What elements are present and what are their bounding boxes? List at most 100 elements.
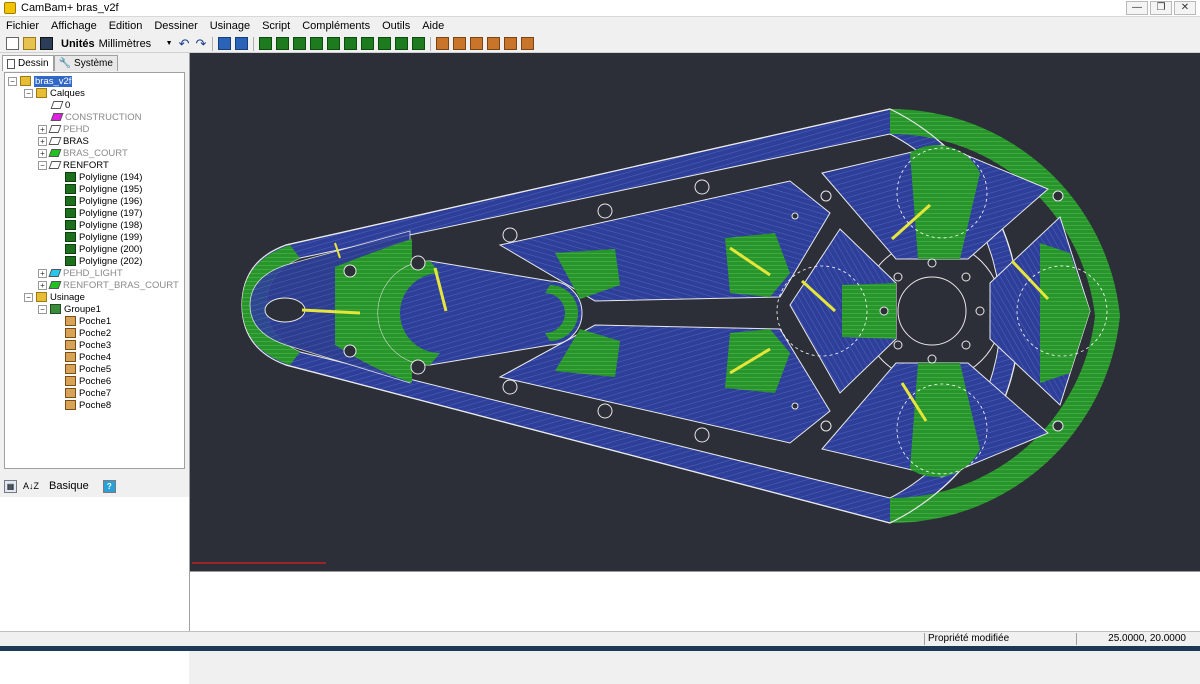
tree-layer-bras-court[interactable]: + BRAS_COURT xyxy=(38,147,128,159)
tree-layer-renfort-bras-court[interactable]: + RENFORT_BRAS_COURT xyxy=(38,279,179,291)
menu-script[interactable]: Script xyxy=(256,17,296,35)
drawing-canvas[interactable] xyxy=(190,53,1200,571)
open-folder-icon[interactable] xyxy=(23,37,36,50)
message-console[interactable] xyxy=(190,571,1200,631)
menu-fichier[interactable]: Fichier xyxy=(0,17,45,35)
units-select[interactable]: Millimètres xyxy=(99,37,163,51)
menu-usinage[interactable]: Usinage xyxy=(204,17,256,35)
dropdown-arrow-icon[interactable]: ▼ xyxy=(166,40,173,47)
profile-op-icon[interactable] xyxy=(436,37,450,50)
tree-polyline[interactable]: Polyligne (197) xyxy=(65,207,142,219)
tab-dessin[interactable]: Dessin xyxy=(2,55,54,71)
tree-polyline[interactable]: Polyligne (194) xyxy=(65,171,142,183)
tree-layer-renfort[interactable]: − RENFORT xyxy=(38,159,109,171)
redo-icon[interactable]: ↷ xyxy=(195,36,206,51)
tree-poche[interactable]: Poche5 xyxy=(65,363,111,375)
expand-icon[interactable]: + xyxy=(38,268,47,278)
collapse-icon[interactable]: − xyxy=(38,304,47,314)
region-tool-icon[interactable] xyxy=(378,37,392,50)
properties-grid[interactable] xyxy=(0,497,189,684)
snap-grid-icon[interactable] xyxy=(218,37,232,50)
properties-toolbar: ▦ A↓Z Basique ? xyxy=(4,477,186,495)
tree-poche[interactable]: Poche8 xyxy=(65,399,111,411)
layer-label: PEHD xyxy=(63,123,90,135)
arc-tool-icon[interactable] xyxy=(344,37,358,50)
tree-calques[interactable]: − Calques xyxy=(24,87,85,99)
drill-op-icon[interactable] xyxy=(470,37,484,50)
app-icon xyxy=(4,2,16,14)
new-file-icon[interactable] xyxy=(6,37,19,50)
categorized-icon[interactable]: ▦ xyxy=(4,479,17,493)
tree-polyline[interactable]: Polyligne (200) xyxy=(65,243,142,255)
tree-polyline[interactable]: Polyligne (199) xyxy=(65,231,142,243)
menu-complements[interactable]: Compléments xyxy=(296,17,376,35)
points-tool-icon[interactable] xyxy=(293,37,307,50)
layer-label: RENFORT_BRAS_COURT xyxy=(63,279,179,291)
layer-label: PEHD_LIGHT xyxy=(63,267,123,279)
menu-dessiner[interactable]: Dessiner xyxy=(148,17,203,35)
expand-icon[interactable]: + xyxy=(38,136,47,146)
minimize-button[interactable]: — xyxy=(1126,1,1148,15)
sort-az-icon[interactable]: A↓Z xyxy=(23,481,39,491)
rectangle-tool-icon[interactable] xyxy=(310,37,324,50)
tree-polyline[interactable]: Polyligne (198) xyxy=(65,219,142,231)
gcode-icon[interactable] xyxy=(521,37,535,50)
expand-icon[interactable]: + xyxy=(38,280,47,290)
tree-layer-0[interactable]: 0 xyxy=(50,99,70,111)
tree-root[interactable]: − bras_v2f xyxy=(8,75,73,87)
tree-poche[interactable]: Poche7 xyxy=(65,387,111,399)
circle-tool-icon[interactable] xyxy=(276,37,290,50)
grid-icon[interactable] xyxy=(235,37,249,50)
tree-poche[interactable]: Poche2 xyxy=(65,327,111,339)
menu-edition[interactable]: Edition xyxy=(103,17,149,35)
save-disk-icon[interactable] xyxy=(40,37,53,50)
folder-icon xyxy=(36,88,47,98)
expand-icon[interactable]: + xyxy=(38,124,47,134)
engrave-op-icon[interactable] xyxy=(487,37,501,50)
help-icon[interactable]: ? xyxy=(102,479,116,493)
close-button[interactable]: ✕ xyxy=(1174,1,1196,15)
text-tool-icon[interactable] xyxy=(327,37,341,50)
undo-icon[interactable]: ↶ xyxy=(179,36,190,51)
hole xyxy=(1052,420,1064,432)
maximize-button[interactable]: ❐ xyxy=(1150,1,1172,15)
edit-tool-icon[interactable] xyxy=(412,37,426,50)
tab-systeme[interactable]: 🔧 Système xyxy=(53,55,118,71)
menu-affichage[interactable]: Affichage xyxy=(45,17,103,35)
menu-outils[interactable]: Outils xyxy=(376,17,416,35)
os-taskbar xyxy=(0,646,1200,651)
polyline-tool-icon[interactable] xyxy=(259,37,273,50)
tree-layer-pehd-light[interactable]: + PEHD_LIGHT xyxy=(38,267,123,279)
expand-icon[interactable]: + xyxy=(38,148,47,158)
pocket-op-icon[interactable] xyxy=(453,37,467,50)
toolbar-separator xyxy=(430,36,432,51)
pocket-icon xyxy=(65,328,76,338)
toolbar-separator xyxy=(212,36,214,51)
collapse-icon[interactable]: − xyxy=(8,76,17,86)
tree-poche[interactable]: Poche6 xyxy=(65,375,111,387)
tree-polyline[interactable]: Polyligne (195) xyxy=(65,183,142,195)
tree-groupe[interactable]: − Groupe1 xyxy=(38,303,101,315)
hole xyxy=(927,258,937,268)
tree-layer-pehd[interactable]: + PEHD xyxy=(38,123,89,135)
surface-tool-icon[interactable] xyxy=(395,37,409,50)
tree-usinage[interactable]: − Usinage xyxy=(24,291,85,303)
line-tool-icon[interactable] xyxy=(361,37,375,50)
tree-poche[interactable]: Poche3 xyxy=(65,339,111,351)
collapse-icon[interactable]: − xyxy=(24,292,33,302)
hole xyxy=(791,402,799,410)
collapse-icon[interactable]: − xyxy=(24,88,33,98)
tree-layer-construction[interactable]: CONSTRUCTION xyxy=(50,111,142,123)
collapse-icon[interactable]: − xyxy=(38,160,47,170)
tree-layer-bras[interactable]: + BRAS xyxy=(38,135,89,147)
tree-polyline[interactable]: Polyligne (196) xyxy=(65,195,142,207)
props-mode[interactable]: Basique xyxy=(49,480,89,492)
layer-label: RENFORT xyxy=(63,159,109,171)
tree-polyline[interactable]: Polyligne (202) xyxy=(65,255,142,267)
tree-poche[interactable]: Poche1 xyxy=(65,315,111,327)
drawing-tree[interactable]: − bras_v2f − Calques 0 CONSTRUCTION + PE… xyxy=(4,72,185,469)
left-panel: Dessin 🔧 Système − bras_v2f − Calques 0 … xyxy=(0,53,190,684)
lathe-op-icon[interactable] xyxy=(504,37,518,50)
menu-aide[interactable]: Aide xyxy=(416,17,450,35)
tree-poche[interactable]: Poche4 xyxy=(65,351,111,363)
